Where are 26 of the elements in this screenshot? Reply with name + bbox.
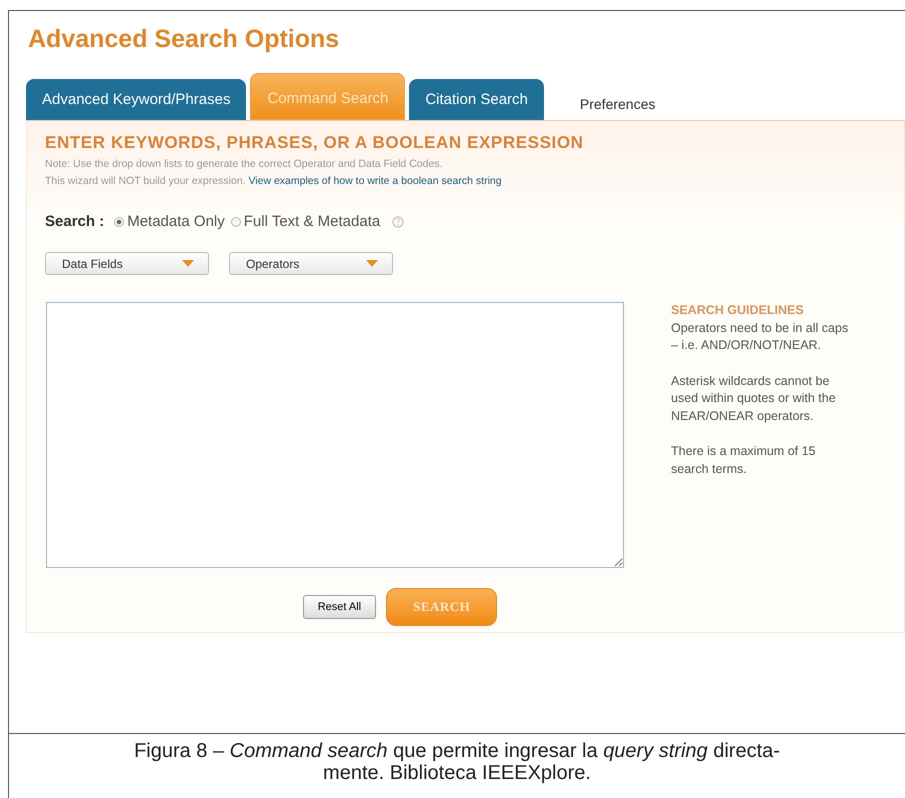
tab[interactable]: Citation Search: [409, 79, 544, 120]
preferences-link[interactable]: Preferences: [580, 96, 656, 120]
radio-button[interactable]: [230, 216, 241, 226]
dropdown[interactable]: Operators: [229, 252, 393, 275]
figure-caption: Figura 8 – Command search que permite ingresar la query string directa-: [133, 740, 781, 762]
caret-icon[interactable]: [182, 260, 194, 267]
help-icon[interactable]: [392, 216, 404, 228]
reset-button[interactable]: Reset All: [302, 595, 376, 619]
radio-button[interactable]: [114, 216, 124, 226]
search-label: Search :: [45, 213, 104, 230]
guideline-text: There is a maximum of 15 search terms.: [671, 443, 816, 478]
note-text: Note: Use the drop down lists to generate the correct Operator and Data Field Codes.: [45, 158, 444, 170]
section-heading: ENTER KEYWORDS, PHRASES, OR A BOOLEAN EXPRESSION: [45, 133, 585, 153]
guideline-text: Operators need to be in all caps – i.e. AND/OR/NOT/NEAR.: [671, 320, 849, 354]
note-text: This wizard will NOT build your expression.: [45, 175, 246, 187]
caret-icon[interactable]: [366, 260, 378, 267]
page-title: Advanced Search Options: [28, 25, 340, 54]
guideline-text: Asterisk wildcards cannot be used within quotes or with the NEAR/ONEAR operators.: [671, 372, 837, 425]
query-field[interactable]: [46, 302, 624, 568]
radio-label[interactable]: Metadata Only: [127, 213, 225, 230]
examples-link[interactable]: View examples of how to write a boolean search string: [248, 175, 502, 187]
figure-caption: mente. Biblioteca IEEEXplore.: [322, 762, 592, 784]
guidelines-heading: SEARCH GUIDELINES: [671, 302, 805, 319]
dropdown[interactable]: Data Fields: [45, 252, 209, 275]
tab[interactable]: Advanced Keyword/Phrases: [26, 79, 246, 120]
radio-label[interactable]: Full Text & Metadata: [244, 213, 380, 230]
